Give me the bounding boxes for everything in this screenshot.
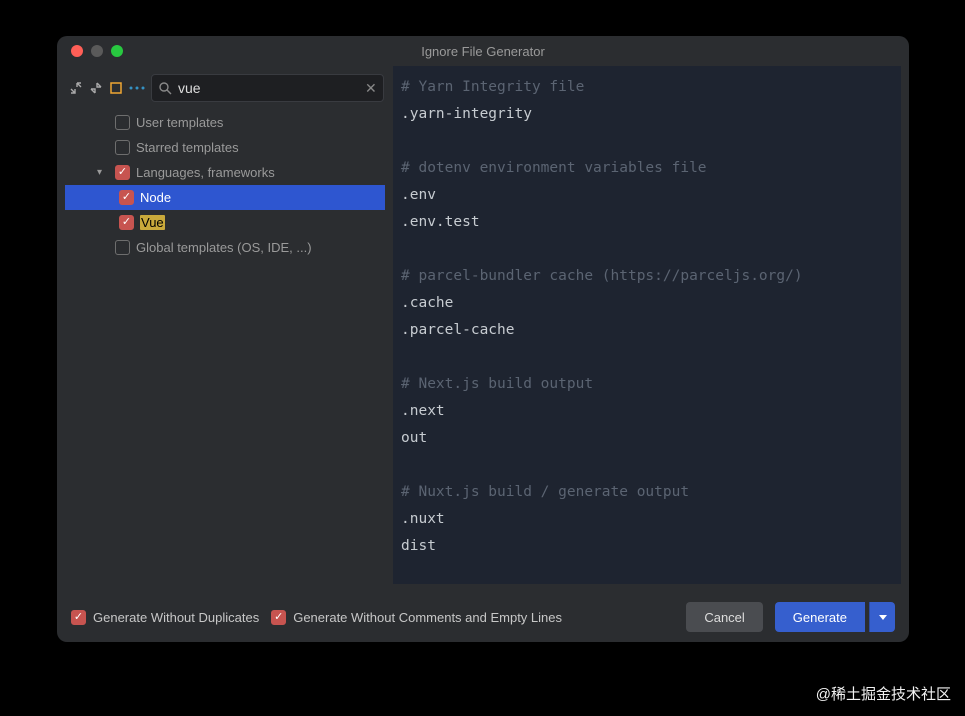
tree-item-label: Starred templates (136, 140, 239, 155)
preview-line: .yarn-integrity (401, 101, 893, 128)
tree-item-label: Languages, frameworks (136, 165, 275, 180)
chevron-down-icon[interactable]: ▾ (97, 167, 109, 178)
dialog-body: ✕ User templates Starred templates ▾ Langua… (57, 66, 909, 592)
tree-item-label: User templates (136, 115, 223, 130)
watermark: @稀土掘金技术社区 (816, 683, 951, 704)
preview-line (401, 344, 893, 371)
preview-line: # Nuxt.js build / generate output (401, 479, 893, 506)
tree-item-label: Node (140, 190, 171, 205)
template-tree[interactable]: User templates Starred templates ▾ Language… (65, 110, 385, 584)
preview-line: out (401, 425, 893, 452)
preview-line: .env.test (401, 209, 893, 236)
generate-button[interactable]: Generate (775, 602, 865, 632)
footer: Generate Without Duplicates Generate Wit… (57, 592, 909, 642)
preview-line: .parcel-cache (401, 317, 893, 344)
preview-line: .cache (401, 290, 893, 317)
checkbox-icon[interactable] (71, 610, 86, 625)
tree-item-label: Global templates (OS, IDE, ...) (136, 240, 312, 255)
left-panel: ✕ User templates Starred templates ▾ Langua… (65, 66, 385, 584)
collapse-all-icon[interactable] (89, 76, 103, 100)
star-icon[interactable] (109, 76, 123, 100)
checkbox-icon[interactable] (115, 140, 130, 155)
checkbox-icon[interactable] (115, 115, 130, 130)
maximize-icon[interactable] (111, 45, 123, 57)
preview-line (401, 452, 893, 479)
tree-item[interactable]: ▾ Languages, frameworks (65, 160, 385, 185)
search-icon (158, 81, 172, 95)
clear-search-icon[interactable]: ✕ (365, 80, 377, 97)
tree-item[interactable]: Vue (65, 210, 385, 235)
preview-line: dist (401, 533, 893, 560)
search-input[interactable] (178, 80, 359, 96)
preview-line: # Yarn Integrity file (401, 74, 893, 101)
preview-line (401, 128, 893, 155)
tree-item[interactable]: Global templates (OS, IDE, ...) (65, 235, 385, 260)
checkbox-icon[interactable] (271, 610, 286, 625)
option-duplicates[interactable]: Generate Without Duplicates (71, 610, 259, 625)
preview-line: .env (401, 182, 893, 209)
tree-item-label: Vue (140, 215, 165, 230)
search-box[interactable]: ✕ (151, 74, 384, 102)
checkbox-icon[interactable] (119, 215, 134, 230)
checkbox-icon[interactable] (115, 165, 130, 180)
tree-item[interactable]: User templates (65, 110, 385, 135)
cancel-button[interactable]: Cancel (686, 602, 762, 632)
tree-item[interactable]: Starred templates (65, 135, 385, 160)
option-label: Generate Without Duplicates (93, 610, 259, 625)
toolbar: ✕ (65, 66, 385, 110)
preview-line: .next (401, 398, 893, 425)
tree-item[interactable]: Node (65, 185, 385, 210)
preview-line: .nuxt (401, 506, 893, 533)
checkbox-icon[interactable] (119, 190, 134, 205)
preview-line: # Next.js build output (401, 371, 893, 398)
expand-all-icon[interactable] (69, 76, 83, 100)
checkbox-icon[interactable] (115, 240, 130, 255)
preview-line: # dotenv environment variables file (401, 155, 893, 182)
close-icon[interactable] (71, 45, 83, 57)
window-title: Ignore File Generator (57, 44, 909, 59)
preview-line (401, 236, 893, 263)
preview-pane: # Yarn Integrity file.yarn-integrity # d… (393, 66, 901, 584)
option-comments[interactable]: Generate Without Comments and Empty Line… (271, 610, 562, 625)
chevron-down-icon (879, 615, 887, 620)
minimize-icon[interactable] (91, 45, 103, 57)
titlebar: Ignore File Generator (57, 36, 909, 66)
generate-dropdown-button[interactable] (869, 602, 895, 632)
dialog-window: Ignore File Generator ✕ (57, 36, 909, 642)
option-label: Generate Without Comments and Empty Line… (293, 610, 562, 625)
more-icon[interactable] (129, 76, 145, 100)
traffic-lights (57, 45, 123, 57)
preview-line: # parcel-bundler cache (https://parceljs… (401, 263, 893, 290)
